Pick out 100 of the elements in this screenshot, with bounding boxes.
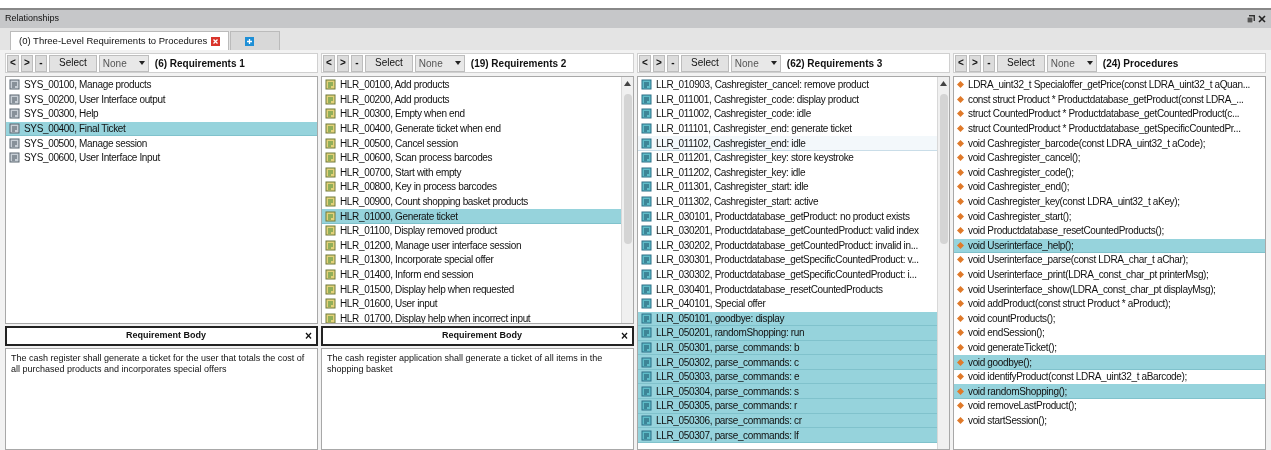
list-item[interactable]: void Cashregister_code(); — [954, 165, 1265, 181]
list-item[interactable]: HLR_00300, Empty when end — [322, 107, 621, 122]
list-item[interactable]: LLR_050305, parse_commands: r — [638, 399, 937, 414]
list-item[interactable]: SYS_00200, User Interface output — [6, 92, 317, 108]
list-item[interactable]: HLR_01700, Display help when incorrect input — [322, 311, 621, 323]
list-item[interactable]: HLR_00100, Add products — [322, 78, 621, 93]
list-item[interactable]: HLR_01500, Display help when requested — [322, 282, 621, 297]
filter-dropdown[interactable]: None — [414, 54, 465, 72]
close-icon[interactable] — [211, 36, 221, 46]
close-button[interactable]: × — [621, 330, 628, 342]
list-item[interactable]: LLR_010903, Cashregister_cancel: remove product — [638, 78, 937, 93]
scroll-up-icon[interactable] — [624, 81, 631, 86]
list-item[interactable]: LLR_030302, Productdatabase_getSpecificCountedProduct: i... — [638, 267, 937, 283]
list-item[interactable]: void endSession(); — [954, 326, 1265, 341]
nav-button[interactable]: < — [955, 54, 967, 72]
list-item[interactable]: LLR_030101, Productdatabase_getProduct: no product exists — [638, 209, 937, 224]
list-item[interactable]: HLR_01300, Incorporate special offer — [322, 253, 621, 268]
nav-button[interactable]: > — [21, 54, 33, 72]
list-item[interactable]: LLR_030401, Productdatabase_resetCountedProducts — [638, 282, 937, 297]
list-item[interactable]: HLR_01600, User input — [322, 296, 621, 312]
nav-button[interactable]: - — [35, 54, 47, 72]
close-icon[interactable] — [1258, 15, 1266, 23]
list-item[interactable]: LLR_040101, Special offer — [638, 296, 937, 312]
list-item[interactable]: void countProducts(); — [954, 311, 1265, 327]
list-item[interactable]: LLR_050302, parse_commands: c — [638, 355, 937, 370]
tab[interactable]: (0) Three-Level Requirements to Procedures — [10, 31, 230, 50]
list-item[interactable]: HLR_01000, Generate ticket — [322, 209, 621, 224]
list-item[interactable]: void generateTicket(); — [954, 340, 1265, 356]
list-item[interactable]: void Cashregister_end(); — [954, 180, 1265, 195]
list-item[interactable]: LLR_030202, Productdatabase_getCountedProduct: invalid in... — [638, 238, 937, 254]
list-item[interactable]: LLR_030201, Productdatabase_getCountedProduct: valid index — [638, 223, 937, 239]
list-item[interactable]: LLR_011201, Cashregister_key: store keystroke — [638, 150, 937, 166]
nav-button[interactable]: - — [667, 54, 679, 72]
nav-button[interactable]: > — [653, 54, 665, 72]
list-item[interactable]: struct CountedProduct * Productdatabase_getCountedProduct(c... — [954, 107, 1265, 122]
list-item[interactable]: LLR_011101, Cashregister_end: generate ticket — [638, 121, 937, 137]
select-button[interactable]: Select — [997, 54, 1045, 72]
list-item[interactable]: SYS_00600, User Interface Input — [6, 150, 317, 166]
list-item[interactable]: HLR_01400, Inform end session — [322, 267, 621, 283]
list-item[interactable]: const struct Product * Productdatabase_getProduct(const LDRA_... — [954, 92, 1265, 108]
filter-dropdown[interactable]: None — [98, 54, 149, 72]
list-item[interactable]: LDRA_uint32_t Specialoffer_getPrice(const LDRA_uint32_t aQuan... — [954, 78, 1265, 93]
list-item[interactable]: void Userinterface_print(LDRA_const_char_pt printerMsg); — [954, 267, 1265, 283]
list-item[interactable]: void Productdatabase_resetCountedProducts(); — [954, 223, 1265, 239]
scroll-up-icon[interactable] — [940, 81, 947, 86]
list-item[interactable]: HLR_00900, Count shopping basket products — [322, 194, 621, 210]
new-tab-button[interactable] — [230, 31, 281, 50]
list-item[interactable]: LLR_011001, Cashregister_code: display product — [638, 92, 937, 108]
list-item[interactable]: HLR_00400, Generate ticket when end — [322, 121, 621, 137]
list-item[interactable]: LLR_050101, goodbye: display — [638, 311, 937, 327]
list-item[interactable]: HLR_00600, Scan process barcodes — [322, 150, 621, 166]
list-item[interactable]: HLR_00500, Cancel session — [322, 136, 621, 151]
list-item[interactable]: void Userinterface_help(); — [954, 238, 1265, 254]
scrollbar[interactable] — [621, 77, 633, 323]
nav-button[interactable]: - — [351, 54, 363, 72]
list-item[interactable]: struct CountedProduct * Productdatabase_getSpecificCountedPr... — [954, 121, 1265, 137]
nav-button[interactable]: > — [969, 54, 981, 72]
list-item[interactable]: void randomShopping(); — [954, 384, 1265, 400]
close-button[interactable]: × — [305, 330, 312, 342]
list-item[interactable]: void Cashregister_cancel(); — [954, 150, 1265, 166]
list-item[interactable]: SYS_00100, Manage products — [6, 78, 317, 93]
list-item[interactable]: SYS_00300, Help — [6, 107, 317, 122]
filter-dropdown[interactable]: None — [1046, 54, 1097, 72]
nav-button[interactable]: < — [639, 54, 651, 72]
list-item[interactable]: SYS_00400, Final Ticket — [6, 121, 317, 137]
list-item[interactable]: LLR_011301, Cashregister_start: idle — [638, 180, 937, 195]
list-item[interactable]: LLR_011302, Cashregister_start: active — [638, 194, 937, 210]
list-item[interactable]: LLR_050201, randomShopping: run — [638, 326, 937, 341]
list-item[interactable]: LLR_011202, Cashregister_key: idle — [638, 165, 937, 181]
list-item[interactable]: void addProduct(const struct Product * aProduct); — [954, 296, 1265, 312]
list-item[interactable]: LLR_030301, Productdatabase_getSpecificCountedProduct: v... — [638, 253, 937, 268]
select-button[interactable]: Select — [681, 54, 729, 72]
nav-button[interactable]: < — [7, 54, 19, 72]
list-item[interactable]: HLR_01200, Manage user interface session — [322, 238, 621, 254]
nav-button[interactable]: < — [323, 54, 335, 72]
list-item[interactable]: HLR_00700, Start with empty — [322, 165, 621, 181]
list-item[interactable]: LLR_050307, parse_commands: lf — [638, 428, 937, 443]
list-item[interactable]: void Userinterface_parse(const LDRA_char_t aChar); — [954, 253, 1265, 268]
list-item[interactable]: HLR_00200, Add products — [322, 92, 621, 108]
list-item[interactable]: void removeLastProduct(); — [954, 399, 1265, 414]
restore-icon[interactable] — [1247, 15, 1255, 23]
list-item[interactable]: HLR_01100, Display removed product — [322, 223, 621, 239]
list-item[interactable]: void startSession(); — [954, 413, 1265, 429]
list-item[interactable]: void Cashregister_key(const LDRA_uint32_t aKey); — [954, 194, 1265, 210]
nav-button[interactable]: > — [337, 54, 349, 72]
list-item[interactable]: void Userinterface_show(LDRA_const_char_pt displayMsg); — [954, 282, 1265, 297]
nav-button[interactable]: - — [983, 54, 995, 72]
list-item[interactable]: void Cashregister_start(); — [954, 209, 1265, 224]
list-item[interactable]: LLR_011102, Cashregister_end: idle — [638, 136, 937, 151]
list-item[interactable]: LLR_011002, Cashregister_code: idle — [638, 107, 937, 122]
filter-dropdown[interactable]: None — [730, 54, 781, 72]
list-item[interactable]: void Cashregister_barcode(const LDRA_uint32_t aCode); — [954, 136, 1265, 151]
list-item[interactable]: HLR_00800, Key in process barcodes — [322, 180, 621, 195]
list-item[interactable]: LLR_050304, parse_commands: s — [638, 384, 937, 400]
list-item[interactable]: void identifyProduct(const LDRA_uint32_t aBarcode); — [954, 369, 1265, 385]
list-item[interactable]: SYS_00500, Manage session — [6, 136, 317, 151]
scrollbar[interactable] — [937, 77, 949, 449]
select-button[interactable]: Select — [49, 54, 97, 72]
list-item[interactable]: void goodbye(); — [954, 355, 1265, 370]
select-button[interactable]: Select — [365, 54, 413, 72]
